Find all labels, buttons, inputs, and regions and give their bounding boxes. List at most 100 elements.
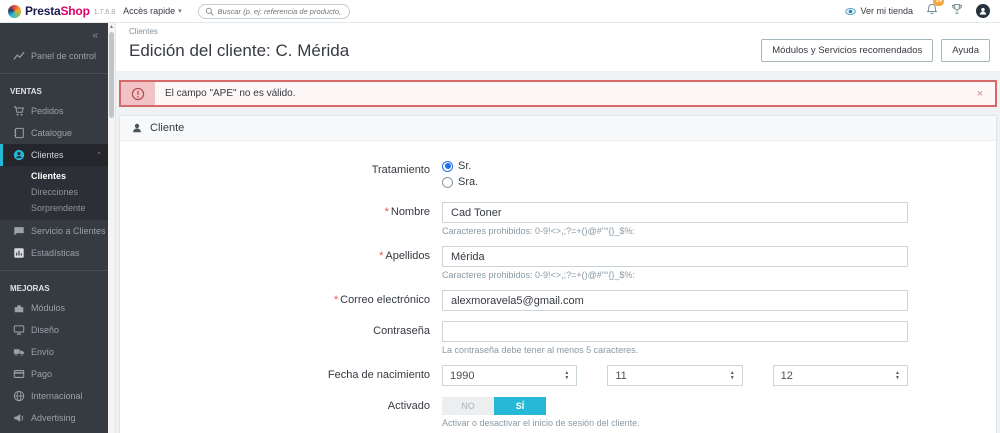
scrollbar-thumb[interactable] — [109, 32, 114, 118]
activado-help: Activar o desactivar el inicio de sesión… — [442, 418, 640, 428]
fecha-label: Fecha de nacimiento — [327, 369, 430, 381]
scrollbar-up-arrow[interactable]: ▲ — [108, 23, 115, 32]
sidebar-item-estadisticas[interactable]: Estadísticas — [0, 242, 108, 264]
alert-message: El campo "APE" no es válido. — [165, 88, 296, 99]
alert-icon-box — [121, 82, 155, 105]
sidebar-section-mejoras: MEJORAS — [10, 284, 50, 293]
bar-chart-icon — [13, 247, 25, 259]
field-fecha-nacimiento: Fecha de nacimiento 1990 ▲ ▼ 11 ▲ ▼ 12 ▲… — [120, 365, 996, 386]
puzzle-icon — [13, 302, 25, 314]
tratamiento-radio-sra[interactable]: Sra. — [442, 176, 908, 188]
select-spinner-icon: ▲ ▼ — [564, 370, 570, 381]
divider — [0, 73, 108, 74]
sidebar: « Panel de control VENTAS Pedidos Catalo… — [0, 23, 108, 433]
contrasena-help: La contraseña debe tener al menos 5 cara… — [442, 345, 639, 355]
store-achievements-button[interactable] — [951, 2, 963, 20]
birth-year-select[interactable]: 1990 ▲ ▼ — [442, 365, 578, 386]
globe-icon — [13, 390, 25, 402]
credit-card-icon — [13, 368, 25, 380]
toggle-no[interactable]: NO — [442, 397, 494, 415]
required-mark: * — [379, 250, 384, 262]
chart-line-icon — [13, 50, 25, 62]
contrasena-input[interactable] — [442, 321, 908, 342]
nombre-input[interactable] — [442, 202, 908, 223]
sidebar-item-pedidos[interactable]: Pedidos — [0, 100, 108, 122]
panel-header: Cliente — [120, 116, 996, 141]
sidebar-collapse-button[interactable]: « — [0, 23, 108, 45]
apellidos-help: Caracteres prohibidos: 0-9!<>,;?=+()@#"°… — [442, 270, 636, 280]
customer-icon — [13, 149, 25, 161]
global-search[interactable] — [197, 3, 350, 19]
activado-toggle[interactable]: NO SÍ — [442, 397, 546, 415]
birth-month-select[interactable]: 11 ▲ ▼ — [607, 365, 743, 386]
contrasena-label: Contraseña — [373, 325, 430, 337]
field-apellidos: *Apellidos Caracteres prohibidos: 0-9!<>… — [120, 246, 996, 280]
sidebar-item-catalogue[interactable]: Catalogue — [0, 122, 108, 144]
correo-input[interactable] — [442, 290, 908, 311]
brand-text: PrestaShop — [25, 4, 90, 18]
error-alert: El campo "APE" no es válido. × — [119, 80, 997, 107]
sidebar-section-ventas: VENTAS — [10, 87, 42, 96]
required-mark: * — [333, 294, 339, 306]
megaphone-icon — [13, 412, 25, 424]
submenu-item-sorprendente[interactable]: Sorprendente — [0, 200, 108, 216]
field-contrasena: Contraseña La contraseña debe tener al m… — [120, 321, 996, 355]
search-icon — [205, 7, 214, 16]
sidebar-item-xpert-blog[interactable]: Xpert Blog — [0, 429, 108, 433]
field-nombre: *Nombre Caracteres prohibidos: 0-9!<>,;?… — [120, 202, 996, 236]
book-icon — [13, 127, 25, 139]
error-icon — [131, 87, 145, 100]
sidebar-item-servicio[interactable]: Servicio a Clientes — [0, 220, 108, 242]
alert-close-button[interactable]: × — [965, 82, 995, 105]
prestashop-logo-icon — [8, 4, 21, 18]
sidebar-item-pago[interactable]: Pago — [0, 363, 108, 385]
radio-checked-icon — [442, 160, 453, 172]
sidebar-item-dashboard[interactable]: Panel de control — [0, 45, 108, 67]
notification-badge: 14 — [933, 0, 944, 6]
page-title: Edición del cliente: C. Mérida — [129, 40, 350, 60]
divider — [0, 270, 108, 271]
birth-day-select[interactable]: 12 ▲ ▼ — [772, 365, 908, 386]
notifications-button[interactable]: 14 — [926, 0, 944, 20]
toggle-si[interactable]: SÍ — [494, 397, 546, 415]
sidebar-item-advertising[interactable]: Advertising — [0, 407, 108, 429]
field-tratamiento: Tratamiento Sr. Sra. — [120, 160, 996, 192]
submenu-item-direcciones[interactable]: Direcciones — [0, 184, 108, 200]
view-shop-link[interactable]: Ver mi tienda — [845, 6, 913, 17]
sidebar-section-clientes: Clientes ⌃ Clientes Direcciones Sorprend… — [0, 144, 108, 220]
panel-title: Cliente — [150, 122, 185, 134]
help-button[interactable]: Ayuda — [941, 39, 990, 62]
nombre-help: Caracteres prohibidos: 0-9!<>,;?=+()@#"°… — [442, 226, 636, 236]
customer-panel: Cliente Tratamiento Sr. Sra. * Nombre Ca… — [119, 115, 997, 433]
sidebar-item-internacional[interactable]: Internacional — [0, 385, 108, 407]
sidebar-item-diseno[interactable]: Diseño — [0, 319, 108, 341]
sidebar-item-modulos[interactable]: Módulos — [0, 297, 108, 319]
truck-icon — [13, 346, 25, 358]
customer-panel-icon — [133, 123, 141, 133]
submenu-item-clientes[interactable]: Clientes — [0, 168, 108, 184]
tratamiento-label: Tratamiento — [371, 164, 430, 176]
field-correo: * Correo electrónico — [120, 290, 996, 311]
radio-unchecked-icon — [442, 176, 453, 188]
sidebar-item-clientes[interactable]: Clientes ⌃ — [0, 144, 108, 166]
apellidos-input[interactable] — [442, 246, 908, 267]
page-header: Clientes Edición del cliente: C. Mérida … — [116, 23, 1000, 71]
content-scrollbar[interactable]: ▲ — [108, 23, 116, 433]
search-input[interactable] — [217, 6, 343, 16]
apellidos-label: * Apellidos — [379, 250, 430, 262]
chevron-up-icon: ⌃ — [96, 152, 102, 159]
eye-icon — [845, 6, 857, 17]
field-activado: Activado NO SÍ Activar o desactivar el i… — [120, 396, 996, 428]
user-avatar[interactable] — [976, 4, 990, 18]
prestashop-logo[interactable]: PrestaShop — [8, 4, 90, 18]
version-label: 1.7.6.8 — [93, 8, 116, 16]
breadcrumb[interactable]: Clientes — [129, 27, 990, 36]
chat-icon — [13, 225, 25, 237]
sidebar-item-envio[interactable]: Envío — [0, 341, 108, 363]
modules-services-button[interactable]: Módulos y Servicios recomendados — [761, 39, 934, 62]
tratamiento-radio-sr[interactable]: Sr. — [442, 160, 908, 172]
quick-access-dropdown[interactable]: Accès rapide ▾ — [123, 6, 182, 16]
select-spinner-icon: ▲ ▼ — [729, 370, 735, 381]
activado-label: Activado — [387, 400, 430, 412]
required-mark: * — [384, 206, 389, 218]
